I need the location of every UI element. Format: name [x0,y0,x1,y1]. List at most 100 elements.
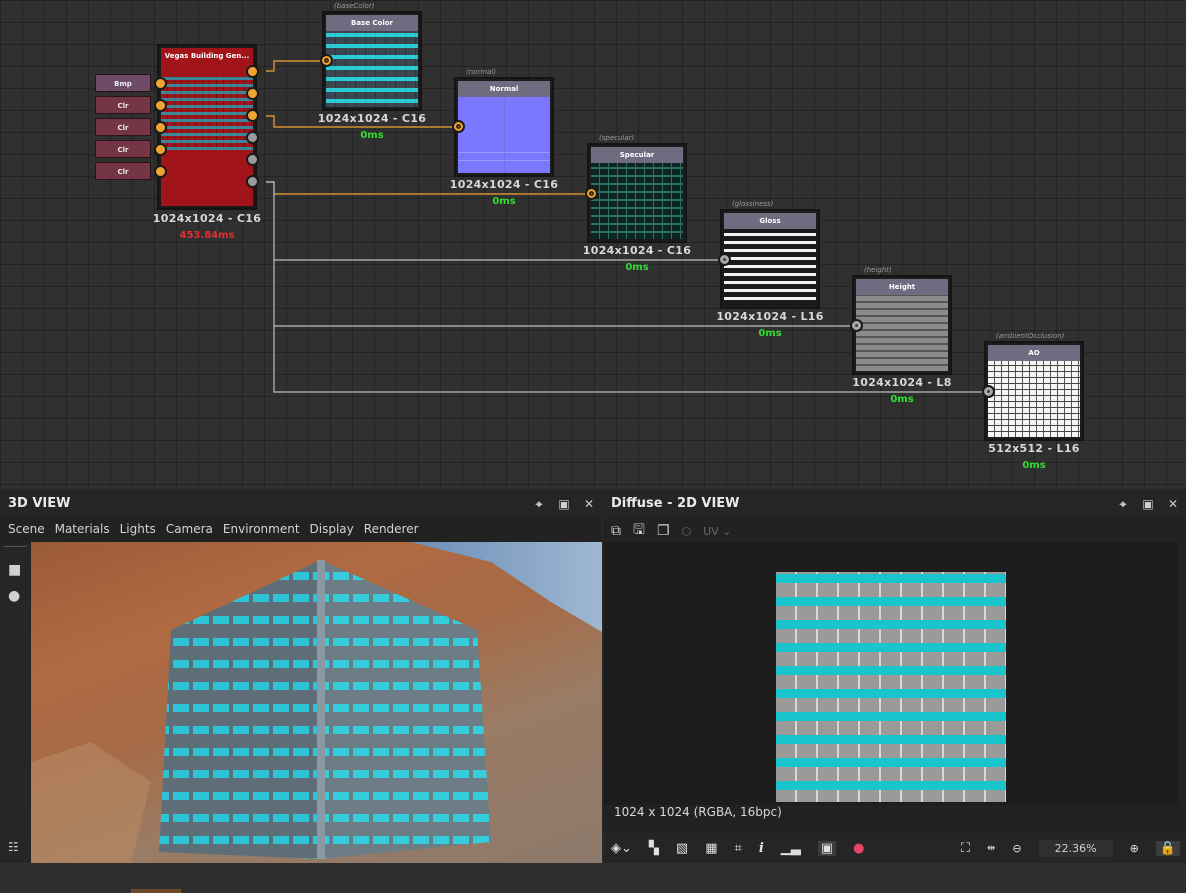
color-wheel-icon[interactable]: ● [853,841,864,856]
menu-materials[interactable]: Materials [55,522,110,536]
lock-icon[interactable]: 🔒 [1155,840,1180,856]
zoom-value[interactable]: 22.36% [1038,839,1113,857]
zoom-in-icon[interactable]: ⊕ [1130,842,1139,855]
display-icon[interactable]: ▣ [817,840,837,856]
ao-thumbnail [988,361,1080,437]
fit-icon[interactable]: ⛶ [961,841,970,856]
camera-icon[interactable]: ■ [8,562,21,578]
input-port[interactable] [982,385,995,398]
input-port-clr-4[interactable] [154,165,167,178]
save-icon[interactable]: 🖫 [633,519,645,543]
export-icon[interactable]: ⧉ [611,523,621,539]
input-port[interactable] [320,54,333,67]
actual-size-icon[interactable]: ⇹ [987,843,995,854]
generator-node-title: Vegas Building Gen... [161,48,253,64]
view3d-viewport[interactable] [31,542,602,863]
node-title: Specular [591,147,683,163]
graph-editor[interactable]: Bmp Clr Clr Clr Clr Vegas Building Gen..… [0,0,1186,488]
input-port-bmp[interactable] [154,77,167,90]
input-port-clr-2[interactable] [154,121,167,134]
node-tag: (normal) [466,68,497,76]
histogram-icon[interactable]: ▁▃ [781,841,801,856]
input-port[interactable] [452,120,465,133]
output-node-normal[interactable]: (normal) Normal 1024x1024 - C16 0ms [448,68,568,210]
output-port-3[interactable] [246,109,259,122]
input-port[interactable] [585,187,598,200]
diffuse-texture-preview [776,572,1006,802]
light-bulb-icon[interactable]: ● [8,588,20,604]
node-tag: (glossiness) [732,200,774,208]
input-port[interactable] [718,253,731,266]
node-time: 0ms [890,394,914,405]
grid-icon[interactable]: ▦ [705,841,717,856]
generator-thumbnail [161,64,253,206]
view2d-viewport[interactable]: 1024 x 1024 (RGBA, 16bpc) [604,542,1178,819]
generator-node[interactable]: Bmp Clr Clr Clr Clr Vegas Building Gen..… [95,44,275,244]
generator-resolution: 1024x1024 - C16 [152,212,262,225]
maximize-icon[interactable]: ▣ [1141,490,1155,518]
zoom-out-icon[interactable]: ⊖ [1012,842,1021,855]
menu-camera[interactable]: Camera [166,522,213,536]
view2d-title-text: Diffuse - 2D VIEW [611,496,740,511]
output-port-5[interactable] [246,153,259,166]
layers-icon[interactable]: ◈⌄ [611,841,632,856]
node-title: Normal [458,81,550,97]
hill-shadow [31,742,151,863]
node-box[interactable]: Gloss [720,209,820,309]
generator-node-box[interactable]: Vegas Building Gen... [157,44,257,210]
output-node-height[interactable]: (height) Height 1024x1024 - L8 0ms [846,266,966,408]
node-box[interactable]: AO [984,341,1084,441]
node-title: AO [988,345,1080,361]
color-swatch-icon[interactable]: ▧ [676,841,688,856]
copy-icon[interactable]: ❐ [657,523,670,539]
menu-display[interactable]: Display [310,522,354,536]
checker-icon[interactable]: ▚ [649,841,659,856]
close-icon[interactable]: ✕ [582,490,596,518]
pin-icon[interactable]: ⌖ [1116,490,1130,518]
view2d-toolbar: ⧉ 🖫 ❐ ⬡ UV ⌄ [603,518,1186,544]
uv-select[interactable]: UV ⌄ [703,525,731,538]
share-icon[interactable]: ⬡ [682,525,692,538]
output-node-specular[interactable]: (specular) Specular 1024x1024 - C16 0ms [581,134,701,276]
gloss-thumbnail [724,229,816,305]
menu-lights[interactable]: Lights [120,522,156,536]
output-node-ao[interactable]: (ambientOcclusion) AO 512x512 - L16 0ms [978,332,1098,474]
node-box[interactable]: Base Color [322,11,422,111]
building-cube-left-face [159,560,321,859]
output-node-basecolor[interactable]: (baseColor) Base Color 1024x1024 - C16 0… [316,2,436,144]
menu-environment[interactable]: Environment [223,522,300,536]
toolbar-divider [4,546,26,547]
input-port-clr-3[interactable] [154,143,167,156]
maximize-icon[interactable]: ▣ [557,490,571,518]
view3d-scene [31,542,602,863]
pin-icon[interactable]: ⌖ [532,490,546,518]
input-label-clr-2: Clr [95,118,151,136]
tiling-icon[interactable]: ⌗ [734,841,741,856]
close-icon[interactable]: ✕ [1166,490,1180,518]
node-resolution: 1024x1024 - C16 [317,112,427,125]
node-box[interactable]: Normal [454,77,554,177]
node-tag: (specular) [599,134,635,142]
node-time: 0ms [625,262,649,273]
input-port-clr-1[interactable] [154,99,167,112]
scene-tree-icon[interactable]: ☷ [8,840,19,854]
generator-time: 453.84ms [179,230,235,241]
status-bar [0,863,1186,893]
input-port[interactable] [850,319,863,332]
node-resolution: 1024x1024 - L16 [716,310,824,323]
menu-scene[interactable]: Scene [8,522,45,536]
view2d-title-icons: ⌖ ▣ ✕ [1116,490,1180,518]
node-title: Gloss [724,213,816,229]
output-node-gloss[interactable]: (glossiness) Gloss 1024x1024 - L16 0ms [714,200,834,342]
normal-thumbnail [458,97,550,173]
output-port-1[interactable] [246,65,259,78]
info-icon[interactable]: i [759,841,764,856]
node-box[interactable]: Height [852,275,952,375]
node-box[interactable]: Specular [587,143,687,243]
output-port-4[interactable] [246,131,259,144]
input-label-clr-3: Clr [95,140,151,158]
menu-renderer[interactable]: Renderer [364,522,419,536]
view2d-bottom-toolbar: ◈⌄ ▚ ▧ ▦ ⌗ i ▁▃ ▣ ● ⛶ ⇹ ⊖ 22.36% ⊕ 🔒 [603,833,1186,863]
output-port-6[interactable] [246,175,259,188]
output-port-2[interactable] [246,87,259,100]
